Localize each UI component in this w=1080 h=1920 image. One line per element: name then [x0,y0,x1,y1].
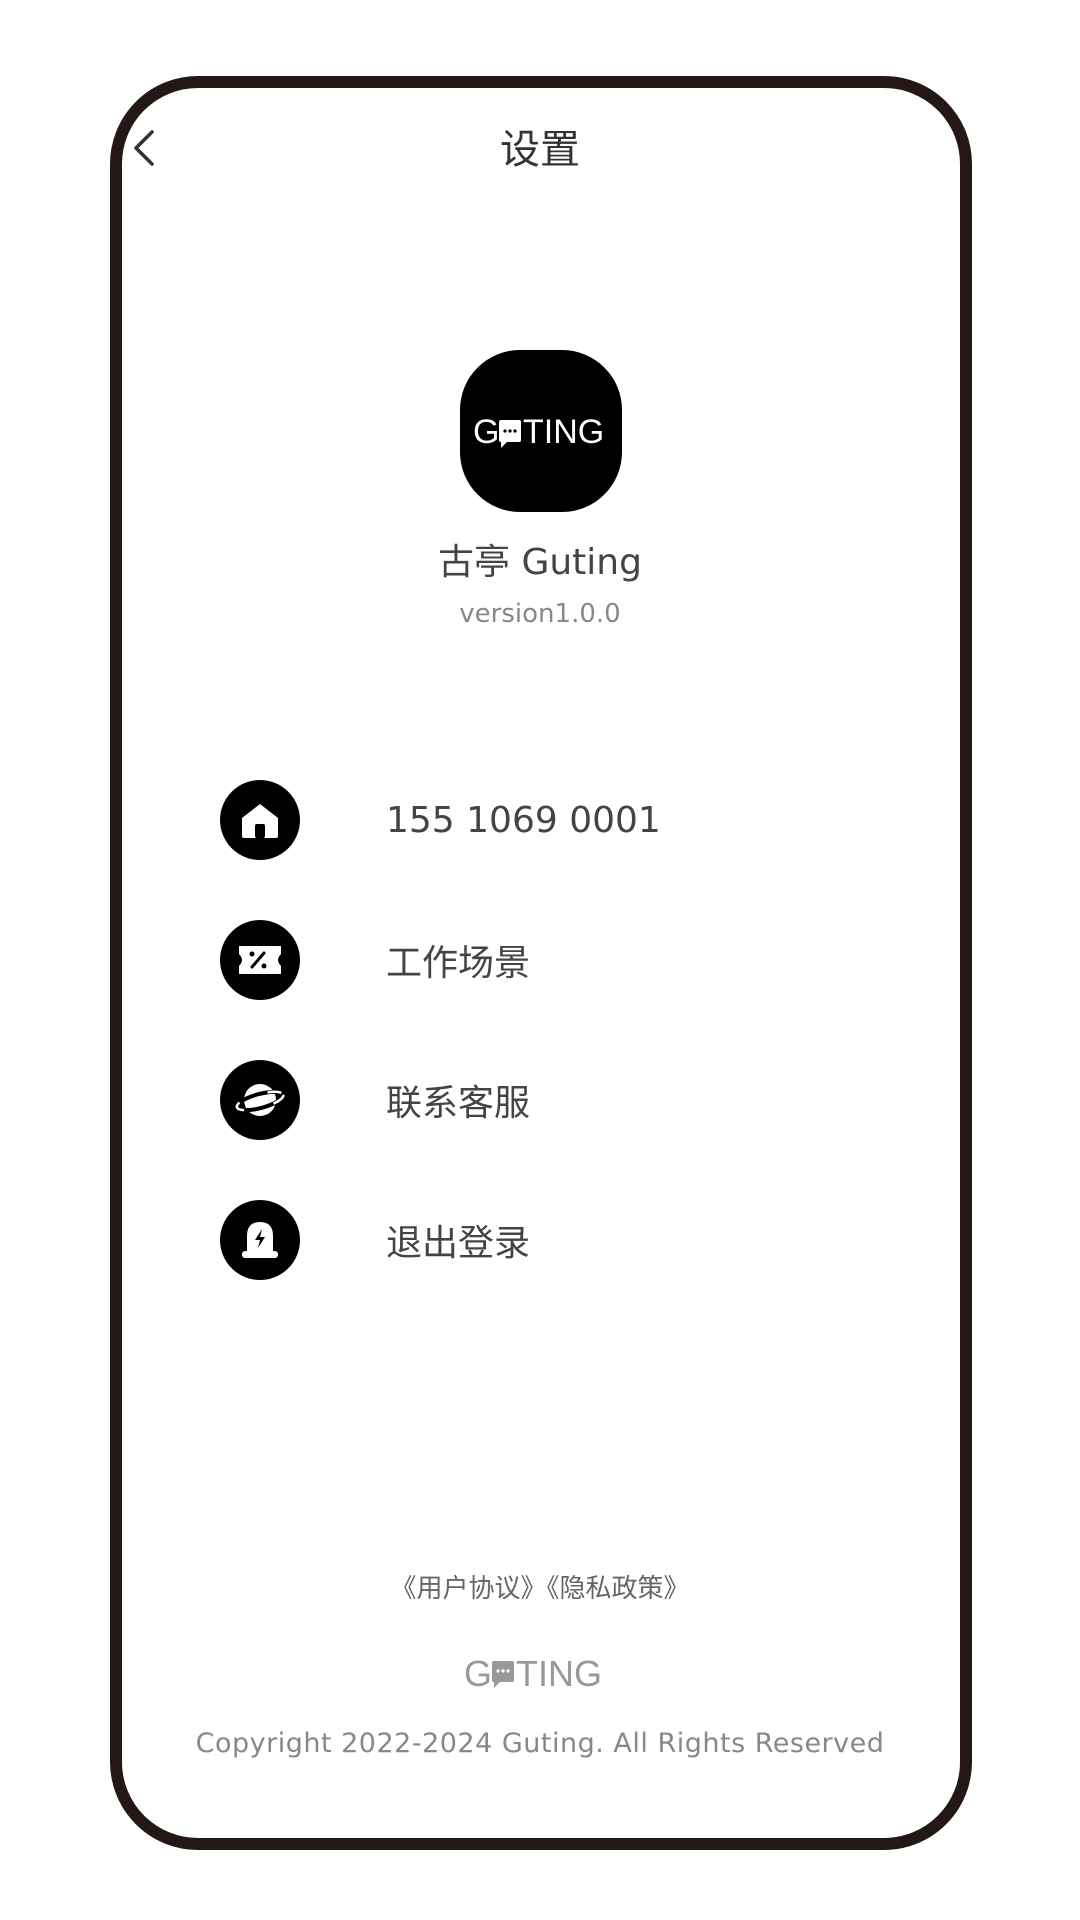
menu-item-work-scene[interactable]: 工作场景 [220,920,860,1000]
home-icon [220,780,300,860]
menu-item-label: 155 1069 0001 [386,799,661,841]
copyright-text: Copyright 2022-2024 Guting. All Rights R… [195,1728,885,1759]
app-name: 古亭 Guting [438,542,642,583]
planet-icon [220,1060,300,1140]
privacy-policy-link[interactable]: 《隐私政策》 [547,1574,690,1604]
app-version: version1.0.0 [459,599,621,629]
menu-item-contact-support[interactable]: 联系客服 [220,1060,860,1140]
svg-text:G: G [464,1655,492,1691]
guting-wordmark-icon: G TING [464,1655,602,1691]
legal-links: 《用户协议》《隐私政策》 [0,1570,1080,1608]
menu-item-label: 联系客服 [386,1083,531,1124]
svg-text:TING: TING [516,1655,602,1691]
page-title: 设置 [500,127,580,173]
user-agreement-link[interactable]: 《用户协议》 [390,1574,546,1604]
svg-text:TING: TING [523,413,604,451]
tombstone-lightning-icon [220,1200,300,1280]
ticket-icon [220,920,300,1000]
app-logo: G TING [460,350,622,512]
menu-item-logout[interactable]: 退出登录 [220,1200,860,1280]
menu-item-label: 工作场景 [386,943,531,984]
svg-text:G: G [473,413,499,451]
menu-item-label: 退出登录 [386,1223,531,1264]
footer-logo: G TING [0,1655,1080,1691]
menu-item-phone[interactable]: 155 1069 0001 [220,780,860,860]
guting-logo-icon: G TING [473,413,604,451]
